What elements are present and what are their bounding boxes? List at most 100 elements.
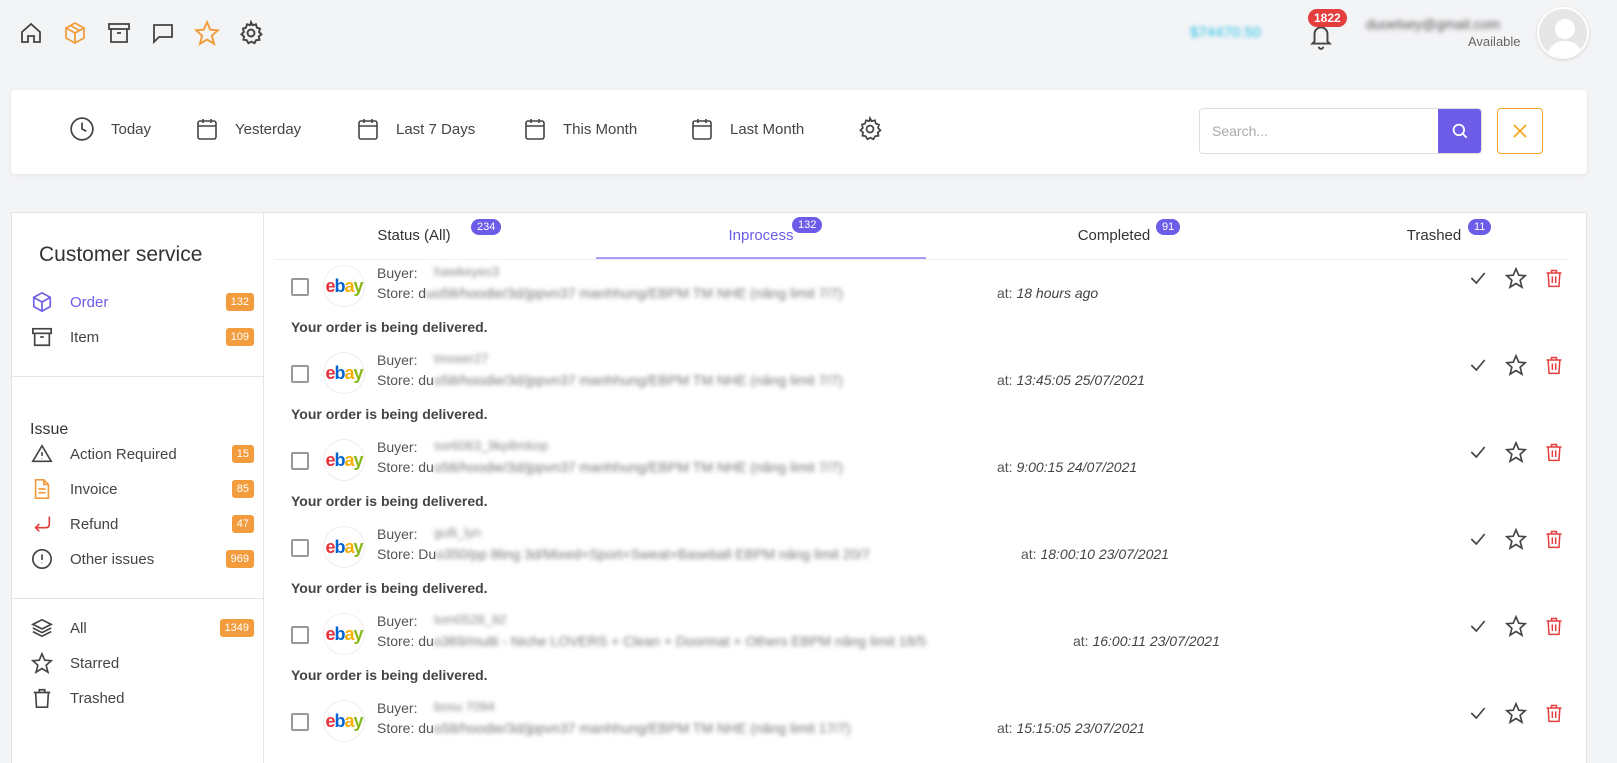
order-checkbox[interactable] bbox=[291, 626, 309, 644]
sidebar-item-item[interactable]: Item 109 bbox=[30, 323, 254, 351]
trash-icon[interactable] bbox=[1543, 354, 1565, 376]
sidebar-item-all[interactable]: All 1349 bbox=[30, 614, 254, 642]
order-row: ebay Buyer: sor6063_9kp8mkop Store: duo5… bbox=[274, 435, 1569, 523]
tab-label: Completed bbox=[1077, 227, 1151, 244]
calendar-icon bbox=[197, 119, 217, 140]
order-time: at: 15:15:05 23/07/2021 bbox=[997, 720, 1145, 736]
customer-service-panel: Customer service Order 132 Item 109 Issu… bbox=[11, 212, 1587, 763]
clear-button[interactable] bbox=[1497, 108, 1543, 154]
order-checkbox[interactable] bbox=[291, 539, 309, 557]
sidebar-item-refund[interactable]: Refund 47 bbox=[30, 510, 254, 538]
order-checkbox[interactable] bbox=[291, 713, 309, 731]
sidebar-item-label: Refund bbox=[70, 515, 119, 533]
ebay-logo-icon: ebay bbox=[323, 700, 365, 742]
order-status-message: Your order is being delivered. bbox=[291, 667, 488, 683]
order-actions bbox=[1467, 441, 1565, 463]
order-status-message: Your order is being delivered. bbox=[291, 580, 488, 596]
check-icon[interactable] bbox=[1467, 267, 1489, 289]
sidebar-item-label: Action Required bbox=[70, 445, 177, 463]
warning-icon bbox=[30, 442, 54, 466]
sidebar-item-order[interactable]: Order 132 bbox=[30, 288, 254, 316]
search-box bbox=[1199, 108, 1482, 154]
tab-count-badge: 234 bbox=[471, 219, 502, 235]
sidebar-item-label: Starred bbox=[70, 654, 120, 672]
avatar[interactable] bbox=[1537, 7, 1589, 59]
chat-icon[interactable] bbox=[150, 20, 176, 46]
package-icon[interactable] bbox=[62, 20, 88, 46]
sidebar-section-issue: Issue bbox=[30, 421, 69, 438]
order-time: at: 9:00:15 24/07/2021 bbox=[997, 459, 1138, 475]
trash-icon[interactable] bbox=[1543, 615, 1565, 637]
order-time: at: 16:00:11 23/07/2021 bbox=[1073, 633, 1220, 649]
trash-icon[interactable] bbox=[1543, 441, 1565, 463]
home-icon[interactable] bbox=[18, 20, 44, 46]
order-actions bbox=[1467, 702, 1565, 724]
star-icon[interactable] bbox=[1505, 615, 1527, 637]
check-icon[interactable] bbox=[1467, 354, 1489, 376]
order-actions bbox=[1467, 267, 1565, 289]
sidebar: Customer service Order 132 Item 109 Issu… bbox=[12, 213, 264, 763]
buyer-name: gulli_lyn bbox=[434, 525, 481, 540]
order-checkbox[interactable] bbox=[291, 365, 309, 383]
buyer-name: tmoser27 bbox=[434, 351, 489, 366]
sidebar-item-starred[interactable]: Starred bbox=[30, 649, 254, 677]
filter-last-7-days[interactable]: Last 7 Days bbox=[356, 116, 475, 142]
buyer-name: bosu 7094 bbox=[434, 699, 495, 714]
store-name: Store: Duo350/pp 8ling 3d/Mixed+Sport+Sw… bbox=[377, 546, 871, 562]
check-icon[interactable] bbox=[1467, 528, 1489, 550]
sidebar-item-count: 1349 bbox=[219, 619, 254, 637]
star-icon[interactable] bbox=[1505, 441, 1527, 463]
order-actions bbox=[1467, 354, 1565, 376]
star-icon[interactable] bbox=[1505, 702, 1527, 724]
sidebar-item-count: 85 bbox=[231, 480, 254, 498]
notification-badge: 1822 bbox=[1308, 9, 1347, 27]
filter-last-month[interactable]: Last Month bbox=[690, 116, 804, 142]
tab-trashed[interactable]: Trashed 11 bbox=[1334, 219, 1534, 259]
ebay-logo-icon: ebay bbox=[323, 439, 365, 481]
trash-icon[interactable] bbox=[1543, 267, 1565, 289]
filter-this-month[interactable]: This Month bbox=[523, 116, 637, 142]
tab-completed[interactable]: Completed 91 bbox=[1014, 219, 1214, 259]
order-checkbox[interactable] bbox=[291, 452, 309, 470]
store-name: Store: duo58/hoodie/3d/jppvn37 manhhung/… bbox=[377, 720, 851, 736]
document-icon bbox=[30, 477, 54, 501]
sidebar-item-invoice[interactable]: Invoice 85 bbox=[30, 475, 254, 503]
tab-count-badge: 132 bbox=[792, 217, 823, 233]
star-icon[interactable] bbox=[194, 20, 220, 46]
filter-settings-button[interactable] bbox=[857, 116, 883, 142]
check-icon[interactable] bbox=[1467, 441, 1489, 463]
tab-status-all[interactable]: Status (All) 234 bbox=[314, 219, 514, 259]
filter-today[interactable]: Today bbox=[69, 116, 151, 142]
status-tabs: Status (All) 234 Inprocess 132 Completed… bbox=[274, 213, 1569, 259]
ebay-logo-icon: ebay bbox=[323, 265, 365, 307]
check-icon[interactable] bbox=[1467, 615, 1489, 637]
order-actions bbox=[1467, 615, 1565, 637]
buyer-label: Buyer: bbox=[377, 265, 418, 281]
sidebar-item-label: Invoice bbox=[70, 480, 118, 498]
gear-icon[interactable] bbox=[238, 20, 264, 46]
order-checkbox[interactable] bbox=[291, 278, 309, 296]
star-icon[interactable] bbox=[1505, 528, 1527, 550]
trash-icon[interactable] bbox=[1543, 528, 1565, 550]
search-button[interactable] bbox=[1438, 109, 1481, 153]
buyer-label: Buyer: bbox=[377, 613, 418, 629]
tab-inprocess[interactable]: Inprocess 132 bbox=[596, 217, 926, 259]
order-row: ebay Buyer: gulli_lyn Store: Duo350/pp 8… bbox=[274, 522, 1569, 610]
filter-yesterday[interactable]: Yesterday bbox=[195, 116, 301, 142]
star-icon[interactable] bbox=[1505, 354, 1527, 376]
star-icon[interactable] bbox=[1505, 267, 1527, 289]
order-row: ebay Buyer: bosu 7094 Store: duo58/hoodi… bbox=[274, 696, 1569, 763]
trash-icon[interactable] bbox=[1543, 702, 1565, 724]
tabs-divider bbox=[274, 259, 1569, 260]
order-actions bbox=[1467, 528, 1565, 550]
close-icon bbox=[1513, 124, 1527, 138]
account-balance: $74470.50 bbox=[1190, 24, 1261, 41]
sidebar-item-trashed[interactable]: Trashed bbox=[30, 684, 254, 712]
sidebar-item-action-required[interactable]: Action Required 15 bbox=[30, 440, 254, 468]
tab-count-badge: 91 bbox=[1156, 219, 1181, 235]
filter-last-month-label: Last Month bbox=[730, 120, 805, 138]
search-input[interactable] bbox=[1200, 109, 1438, 153]
sidebar-item-other-issues[interactable]: Other issues 969 bbox=[30, 545, 254, 573]
check-icon[interactable] bbox=[1467, 702, 1489, 724]
archive-icon[interactable] bbox=[106, 20, 132, 46]
